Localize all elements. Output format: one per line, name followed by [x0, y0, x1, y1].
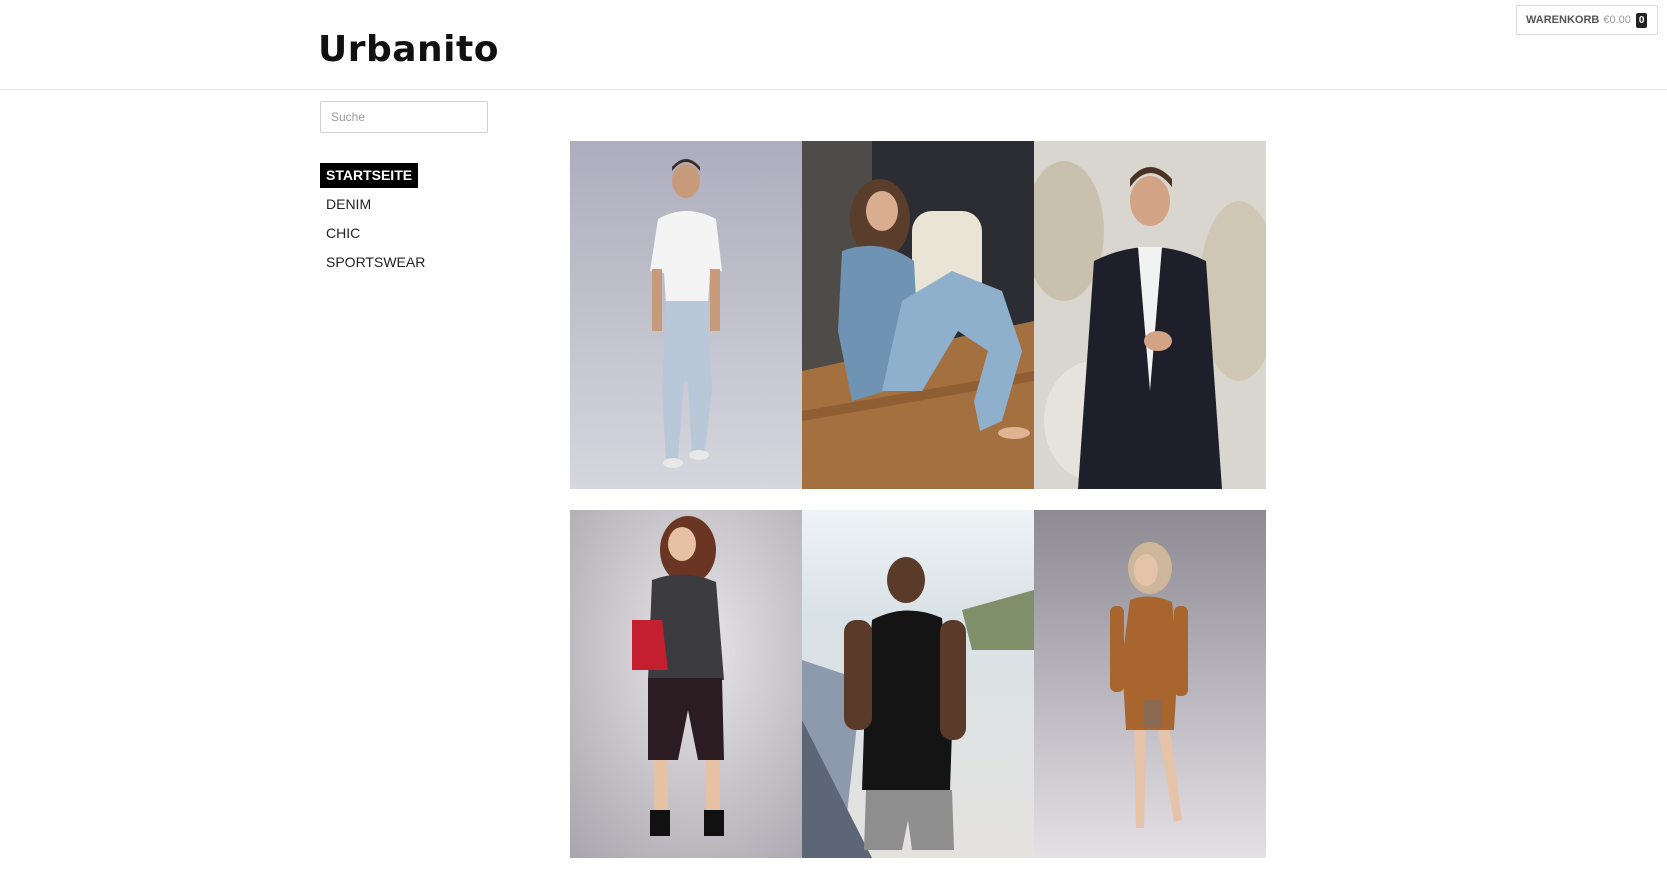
- cart-count-badge: 0: [1635, 12, 1648, 28]
- gallery-tile-denim-woman[interactable]: [802, 141, 1034, 489]
- gallery-tile-denim-man[interactable]: [570, 141, 802, 489]
- cart-total: €0.00: [1603, 14, 1631, 26]
- site-header: Urbanito WARENKORB €0.00 0: [0, 0, 1667, 90]
- gallery-tile-chic-man[interactable]: [1034, 141, 1266, 489]
- nav-item-denim[interactable]: DENIM: [320, 192, 377, 217]
- nav-item-startseite[interactable]: STARTSEITE: [320, 163, 419, 188]
- photo-man-dark-suit: [1034, 141, 1266, 489]
- photo-woman-brown-dress: [1034, 510, 1266, 858]
- photo-man-tank-top: [802, 510, 1034, 858]
- cart-label: WARENKORB: [1526, 14, 1600, 26]
- nav-item-sportswear[interactable]: SPORTSWEAR: [320, 250, 431, 275]
- gallery-tile-chic-dress[interactable]: [1034, 510, 1266, 858]
- photo-man-white-tee: [570, 141, 802, 489]
- nav-item-chic[interactable]: CHIC: [320, 221, 366, 246]
- gallery-tile-chic-woman[interactable]: [570, 510, 802, 858]
- search-input[interactable]: [320, 101, 488, 133]
- photo-woman-denim-jacket: [802, 141, 1034, 489]
- site-logo[interactable]: Urbanito: [318, 28, 499, 72]
- cart-button[interactable]: WARENKORB €0.00 0: [1516, 5, 1658, 35]
- category-nav: STARTSEITE DENIM CHIC SPORTSWEAR: [320, 163, 431, 279]
- product-gallery: [570, 141, 1266, 858]
- gallery-tile-sportswear-man[interactable]: [802, 510, 1034, 858]
- photo-woman-red-bag: [570, 510, 802, 858]
